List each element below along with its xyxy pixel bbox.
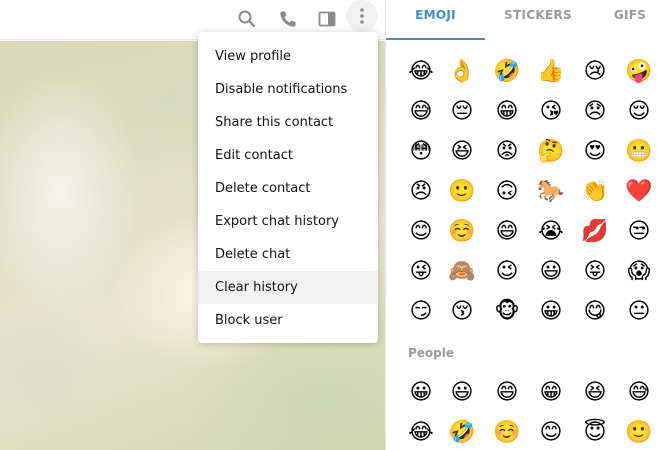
menu-item-edit-contact[interactable]: Edit contact xyxy=(198,139,378,172)
emoji-button[interactable]: 😅 xyxy=(624,373,654,413)
emoji-button[interactable]: 😭 xyxy=(536,212,566,252)
emoji-row: 😊 ☺️ 😄 😭 💋 😒 xyxy=(386,212,660,252)
tab-emoji[interactable]: EMOJI xyxy=(386,0,485,40)
emoji-button[interactable]: 🐵 xyxy=(492,292,522,332)
emoji-button[interactable]: 😄 xyxy=(492,373,522,413)
emoji-button[interactable]: ☺️ xyxy=(492,413,522,450)
emoji-row: 😳 😆 😡 🤔 😍 😬 xyxy=(386,132,660,172)
emoji-button[interactable]: 🙂 xyxy=(624,413,654,450)
menu-item-view-profile[interactable]: View profile xyxy=(198,40,378,73)
emoji-button[interactable]: 😐 xyxy=(624,292,654,332)
active-tab-indicator xyxy=(386,38,485,40)
emoji-button[interactable]: 😔 xyxy=(447,92,477,132)
phone-icon[interactable] xyxy=(273,4,303,34)
emoji-button[interactable]: 😍 xyxy=(580,132,610,172)
emoji-button[interactable]: 😃 xyxy=(536,252,566,292)
menu-item-export-chat-history[interactable]: Export chat history xyxy=(198,205,378,238)
emoji-button[interactable]: 😬 xyxy=(624,132,654,172)
menu-item-delete-contact[interactable]: Delete contact xyxy=(198,172,378,205)
emoji-button[interactable]: 🤣 xyxy=(447,413,477,450)
tab-gifs[interactable]: GIFS xyxy=(591,0,660,40)
emoji-button[interactable]: 💋 xyxy=(580,212,610,252)
emoji-panel-tabs: EMOJI STICKERS GIFS xyxy=(386,0,660,40)
emoji-row: 😂 🤣 ☺️ 😊 😇 🙂 xyxy=(386,413,660,450)
emoji-button[interactable]: 👌 xyxy=(447,52,477,92)
emoji-button[interactable]: 🤔 xyxy=(536,132,566,172)
menu-item-block-user[interactable]: Block user xyxy=(198,304,378,337)
emoji-button[interactable]: 😀 xyxy=(536,292,566,332)
emoji-row: 😀 😃 😄 😁 😆 😅 xyxy=(386,373,660,413)
recent-emoji-grid: 😂 👌 🤣 👍 😢 🤪 😅 😔 😁 😘 😞 😌 😳 😆 😡 🤔 😍 😬 😠 🙂 🙃 🐎 👏 ❤️ 😊 ☺️ 😄 😭 💋 😒 😜 🙈 😉 😃 😝 😱 😏 😚… xyxy=(386,52,660,332)
emoji-button[interactable]: 😊 xyxy=(406,212,436,252)
emoji-button[interactable]: 😇 xyxy=(580,413,610,450)
section-title-people: People xyxy=(408,346,455,360)
emoji-button[interactable]: 😆 xyxy=(447,132,477,172)
emoji-button[interactable]: 😚 xyxy=(447,292,477,332)
search-icon[interactable] xyxy=(232,4,262,34)
emoji-button[interactable]: 😁 xyxy=(536,373,566,413)
emoji-button[interactable]: 🙂 xyxy=(447,172,477,212)
emoji-button[interactable]: 😏 xyxy=(406,292,436,332)
emoji-row: 😏 😚 🐵 😀 😋 😐 xyxy=(386,292,660,332)
emoji-button[interactable]: 😅 xyxy=(406,92,436,132)
emoji-row: 😠 🙂 🙃 🐎 👏 ❤️ xyxy=(386,172,660,212)
emoji-button[interactable]: 😁 xyxy=(492,92,522,132)
emoji-button[interactable]: 😜 xyxy=(406,252,436,292)
emoji-button[interactable]: 😄 xyxy=(492,212,522,252)
emoji-button[interactable]: 😒 xyxy=(624,212,654,252)
emoji-button[interactable]: 👍 xyxy=(536,52,566,92)
emoji-button[interactable]: 😱 xyxy=(624,252,654,292)
emoji-row: 😅 😔 😁 😘 😞 😌 xyxy=(386,92,660,132)
emoji-button[interactable]: 😡 xyxy=(492,132,522,172)
emoji-panel: EMOJI STICKERS GIFS 😂 👌 🤣 👍 😢 🤪 😅 😔 😁 😘 😞 😌 😳 😆 😡 🤔 😍 😬 😠 🙂… xyxy=(385,0,660,450)
tab-stickers[interactable]: STICKERS xyxy=(485,0,591,40)
emoji-button[interactable]: 😝 xyxy=(580,252,610,292)
emoji-button[interactable]: 😋 xyxy=(580,292,610,332)
emoji-button[interactable]: ☺️ xyxy=(447,212,477,252)
emoji-button[interactable]: ❤️ xyxy=(624,172,654,212)
people-emoji-grid: 😀 😃 😄 😁 😆 😅 😂 🤣 ☺️ 😊 😇 🙂 xyxy=(386,373,660,450)
emoji-button[interactable]: 😌 xyxy=(624,92,654,132)
emoji-button[interactable]: 😳 xyxy=(406,132,436,172)
side-panel-icon[interactable] xyxy=(312,4,342,34)
emoji-button[interactable]: 😂 xyxy=(406,52,436,92)
emoji-button[interactable]: 😃 xyxy=(447,373,477,413)
emoji-button[interactable]: 😢 xyxy=(580,52,610,92)
menu-item-share-this-contact[interactable]: Share this contact xyxy=(198,106,378,139)
app-window: View profile Disable notifications Share t… xyxy=(0,0,660,450)
emoji-row: 😂 👌 🤣 👍 😢 🤪 xyxy=(386,52,660,92)
emoji-button[interactable]: 😂 xyxy=(406,413,436,450)
emoji-row: 😜 🙈 😉 😃 😝 😱 xyxy=(386,252,660,292)
chat-options-menu: View profile Disable notifications Share t… xyxy=(198,32,378,343)
more-vertical-icon[interactable] xyxy=(346,0,378,32)
emoji-button[interactable]: 😊 xyxy=(536,413,566,450)
emoji-button[interactable]: 🙃 xyxy=(492,172,522,212)
emoji-button[interactable]: 😠 xyxy=(406,172,436,212)
emoji-button[interactable]: 😉 xyxy=(492,252,522,292)
emoji-button[interactable]: 👏 xyxy=(580,172,610,212)
emoji-button[interactable]: 😆 xyxy=(580,373,610,413)
menu-item-delete-chat[interactable]: Delete chat xyxy=(198,238,378,271)
menu-item-clear-history[interactable]: Clear history xyxy=(198,271,378,304)
emoji-button[interactable]: 😀 xyxy=(406,373,436,413)
emoji-button[interactable]: 🤪 xyxy=(624,52,654,92)
emoji-button[interactable]: 😘 xyxy=(536,92,566,132)
menu-item-disable-notifications[interactable]: Disable notifications xyxy=(198,73,378,106)
emoji-button[interactable]: 🤣 xyxy=(492,52,522,92)
emoji-button[interactable]: 🐎 xyxy=(536,172,566,212)
emoji-button[interactable]: 😞 xyxy=(580,92,610,132)
emoji-button[interactable]: 🙈 xyxy=(447,252,477,292)
